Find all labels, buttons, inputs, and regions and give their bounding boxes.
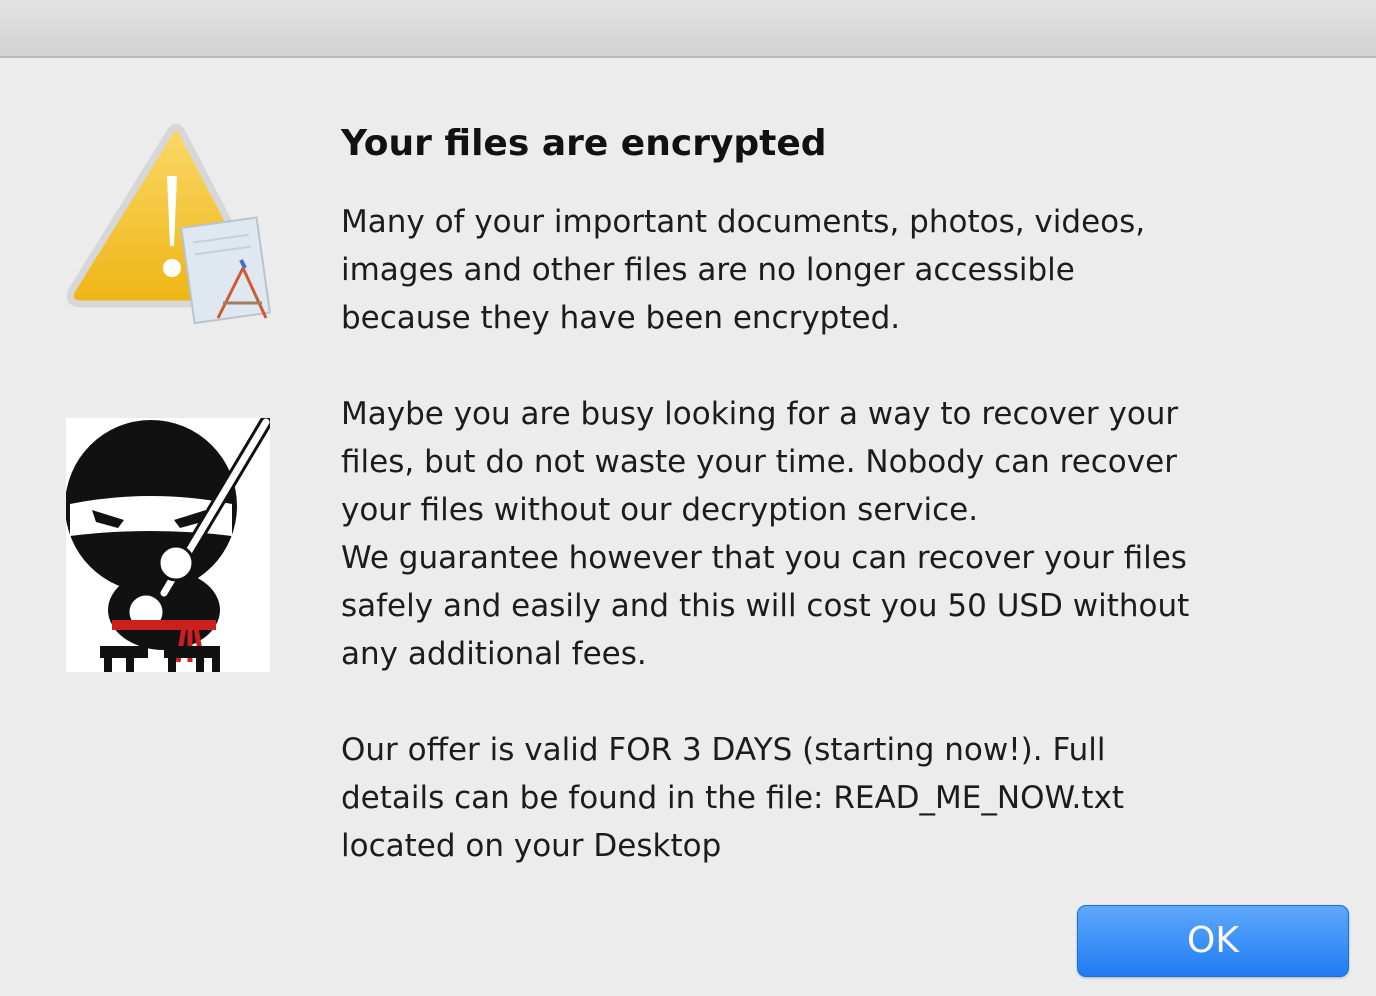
ok-button[interactable]: OK (1077, 905, 1349, 977)
warning-icon (58, 118, 278, 333)
message-paragraph-3: Our offer is valid FOR 3 DAYS (starting … (341, 732, 1125, 864)
title-bar[interactable] (0, 0, 1376, 58)
message-paragraph-2: Maybe you are busy looking for a way to … (341, 396, 1190, 672)
ninja-image (65, 415, 273, 672)
message-content: Your files are encrypted Many of your im… (341, 118, 1341, 864)
alert-dialog: Your files are encrypted Many of your im… (0, 0, 1376, 996)
message-paragraph-1: Many of your important documents, photos… (341, 204, 1146, 336)
dialog-title: Your files are encrypted (341, 123, 827, 164)
